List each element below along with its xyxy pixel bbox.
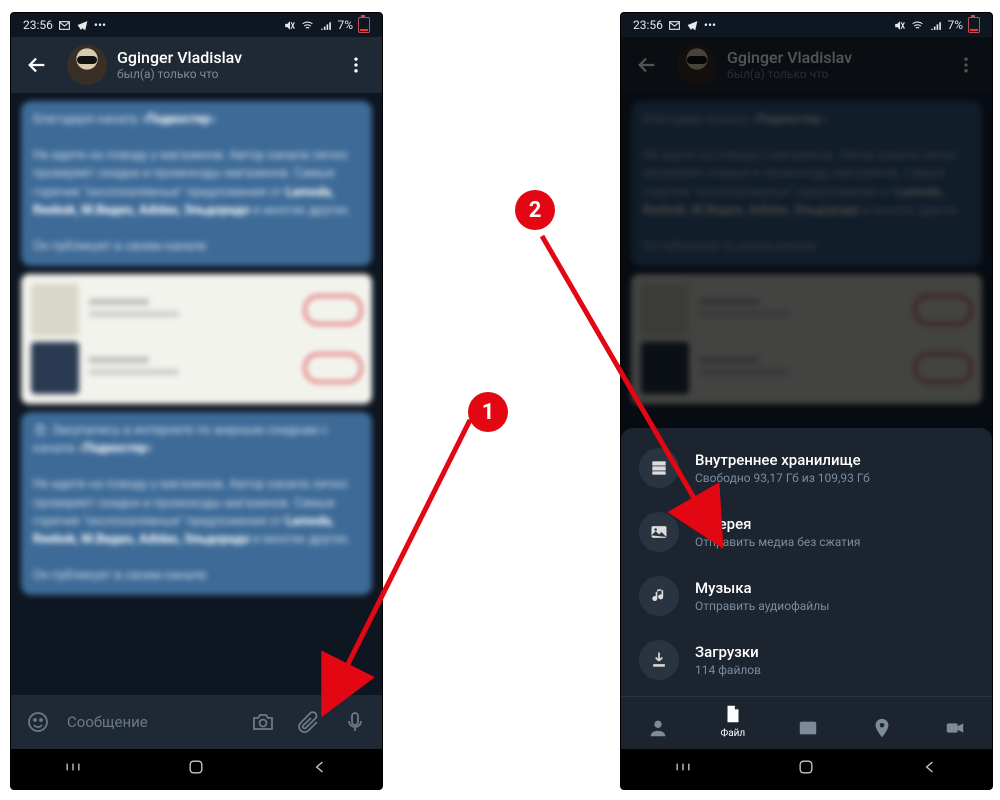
back-nav-button[interactable] [920,757,940,781]
back-nav-button[interactable] [310,757,330,781]
callout-1: 1 [468,392,508,432]
android-navbar [11,749,382,789]
emoji-button[interactable] [17,701,59,743]
sheet-tabs: Файл [621,696,992,749]
sheet-item-music[interactable]: Музыка Отправить аудиофайлы [621,564,992,628]
wifi-icon [301,19,314,32]
home-button[interactable] [796,757,816,781]
message-input[interactable]: Сообщение [63,713,238,731]
more-status-icon: ••• [704,18,716,32]
avatar[interactable] [67,45,107,85]
sheet-item-downloads[interactable]: Загрузки 114 файлов [621,628,992,692]
camera-button[interactable] [242,701,284,743]
tab-file-label: Файл [720,728,745,739]
wifi-icon [911,19,924,32]
tab-gallery[interactable] [797,717,819,739]
status-time: 23:56 [23,18,53,32]
sheet-item-sub: 114 файлов [695,663,761,677]
mail-icon [58,19,71,32]
arrow-2 [534,230,734,550]
recents-button[interactable] [63,757,83,781]
telegram-icon [686,19,699,32]
mute-icon [283,19,296,32]
signal-icon [929,19,942,32]
contact-status: был(а) только что [117,67,326,81]
battery-icon [968,17,980,33]
tab-video[interactable] [944,717,966,739]
music-icon [639,576,679,616]
download-icon [639,640,679,680]
signal-icon [319,19,332,32]
tab-file[interactable]: Файл [720,703,745,739]
status-time: 23:56 [633,18,663,32]
sheet-item-sub: Отправить аудиофайлы [695,599,829,613]
contact-name: Gginger Vladislav [117,49,326,67]
more-status-icon: ••• [94,18,106,32]
status-bar: 23:56 ••• 7% [11,13,382,37]
battery-pct: 7% [337,18,353,32]
mail-icon [668,19,681,32]
callout-2: 2 [515,190,555,230]
mute-icon [893,19,906,32]
recents-button[interactable] [673,757,693,781]
arrow-1 [310,412,490,722]
sheet-item-title: Музыка [695,579,829,597]
android-navbar [621,749,992,789]
battery-icon [358,17,370,33]
menu-button[interactable] [336,45,376,85]
back-button[interactable] [17,45,57,85]
telegram-icon [76,19,89,32]
home-button[interactable] [186,757,206,781]
status-bar: 23:56 ••• 7% [621,13,992,37]
header-text[interactable]: Gginger Vladislav был(а) только что [117,49,326,81]
battery-pct: 7% [947,18,963,32]
tab-contact[interactable] [647,717,669,739]
tab-location[interactable] [871,717,893,739]
chat-header: Gginger Vladislav был(а) только что [11,37,382,93]
sheet-item-title: Загрузки [695,643,761,661]
